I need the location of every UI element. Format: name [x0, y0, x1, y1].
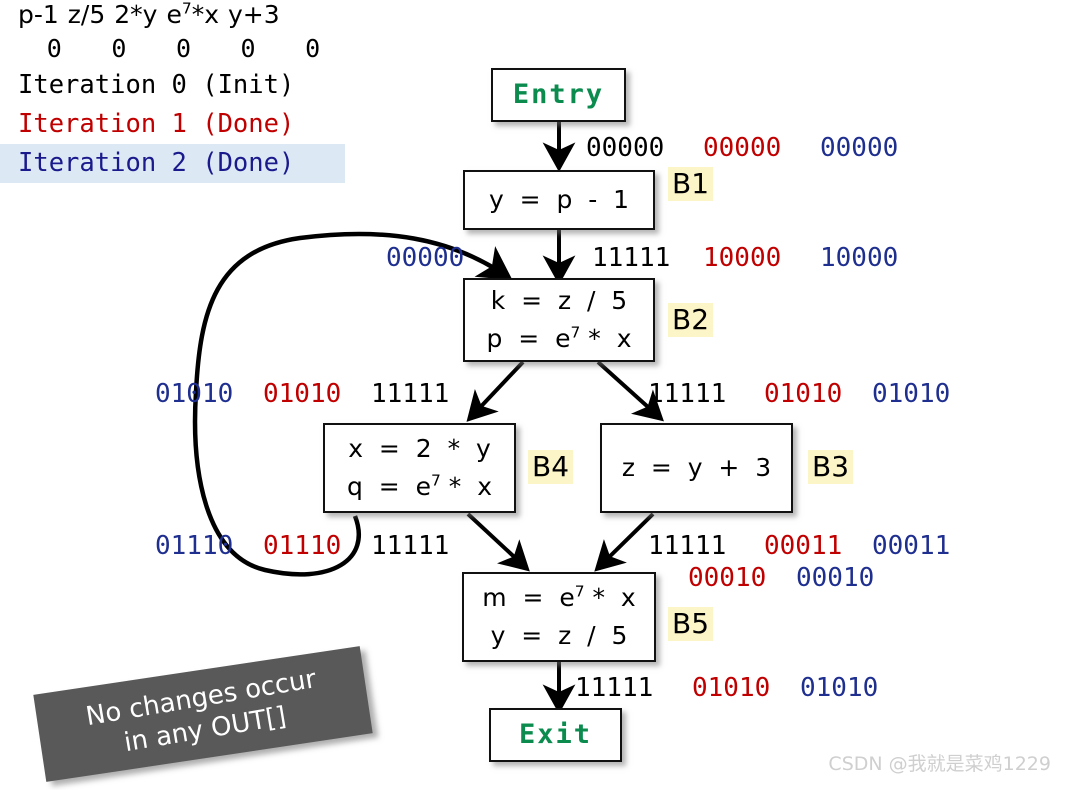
node-b2-stmt-2-post: * x — [580, 324, 632, 353]
bit-index-0: 0 — [46, 34, 62, 63]
diagram-canvas: p-1 z/5 2*y e7*x y+3 0 0 0 0 0 Iteration… — [0, 0, 1069, 790]
node-b2-stmt-2: p = e7 * x — [487, 320, 632, 358]
expression-bit-index-row: 0 0 0 0 0 — [0, 34, 345, 66]
node-b1[interactable]: y = p - 1 — [463, 170, 655, 230]
bit-index-1: 0 — [111, 34, 127, 63]
bits-b1-to-b2-black: 11111 — [592, 243, 671, 273]
bit-index-2: 0 — [175, 34, 192, 63]
bits-b1-to-b2-red: 10000 — [703, 243, 782, 273]
bits-b5-to-exit-red: 01010 — [692, 673, 771, 703]
node-b4-stmt-2-exponent: 7 — [430, 471, 441, 490]
node-b3[interactable]: z = y + 3 — [600, 423, 793, 513]
node-b5-stmt-1-post: * x — [584, 583, 636, 612]
bits-b2-to-b4-red: 01010 — [263, 379, 342, 409]
bits-b3-to-b5-black: 11111 — [648, 531, 727, 561]
block-tag-b4: B4 — [528, 450, 574, 484]
expression-e7-exponent: 7 — [181, 0, 192, 18]
edge-b3-to-b5 — [594, 512, 655, 572]
bits-b4-to-b5-blue: 01110 — [155, 531, 234, 561]
bit-index-3: 0 — [240, 34, 256, 63]
node-exit-label: Exit — [518, 719, 593, 750]
legend-row-iteration-2: Iteration 2 (Done) — [0, 144, 345, 183]
node-b5-stmt-2: y = z / 5 — [490, 621, 628, 650]
bits-b2-to-b3-red: 01010 — [764, 379, 843, 409]
bits-b5-in-second-blue: 00010 — [796, 563, 875, 593]
node-b4-stmt-2: q = e7 * x — [347, 468, 492, 506]
node-b5-stmt-1-exponent: 7 — [574, 582, 585, 601]
node-b4-stmt-1: x = 2 * y — [348, 434, 491, 463]
bits-b3-to-b5-red: 00011 — [764, 531, 843, 561]
block-tag-b1: B1 — [668, 167, 714, 201]
block-tag-b3: B3 — [808, 450, 854, 484]
bits-b3-to-b5-blue: 00011 — [872, 531, 951, 561]
node-entry[interactable]: Entry — [491, 68, 626, 122]
bit-index-4: 0 — [305, 34, 321, 63]
bits-b2-to-b3-blue: 01010 — [872, 379, 951, 409]
expression-p-minus-1: p-1 — [18, 0, 59, 29]
expression-e7-times-x: e7*x — [166, 0, 219, 29]
iteration-legend: p-1 z/5 2*y e7*x y+3 0 0 0 0 0 Iteration… — [0, 0, 345, 183]
expression-header-row: p-1 z/5 2*y e7*x y+3 — [0, 0, 345, 34]
node-b4-stmt-2-post: * x — [440, 472, 492, 501]
bits-b2-to-b4-black: 11111 — [371, 379, 450, 409]
bits-b4-to-b5-black: 11111 — [371, 531, 450, 561]
block-tag-b2: B2 — [668, 303, 714, 337]
edge-b4-back-to-b2 — [192, 231, 513, 577]
bits-b5-to-exit-black: 11111 — [575, 673, 654, 703]
node-b5[interactable]: m = e7 * x y = z / 5 — [462, 572, 656, 662]
bits-entry-to-b1-black: 00000 — [586, 133, 665, 163]
node-b1-stmt-1: y = p - 1 — [488, 185, 630, 214]
bits-b4-to-b5-red: 01110 — [263, 531, 342, 561]
expression-z-div-5: z/5 — [67, 0, 106, 29]
expression-e7-base: e — [166, 0, 182, 29]
bits-entry-to-b1-blue: 00000 — [820, 133, 899, 163]
node-b2-stmt-2-exponent: 7 — [570, 323, 581, 342]
bits-b1-to-b2-blue: 10000 — [820, 243, 899, 273]
node-b2[interactable]: k = z / 5 p = e7 * x — [463, 278, 655, 362]
bits-b5-to-exit-blue: 01010 — [800, 673, 879, 703]
bits-b2-to-b3-black: 11111 — [648, 379, 727, 409]
expression-e7-tail: *x — [191, 0, 220, 29]
node-exit[interactable]: Exit — [489, 708, 622, 762]
legend-row-iteration-1: Iteration 1 (Done) — [18, 109, 295, 139]
node-b5-stmt-1: m = e7 * x — [482, 579, 635, 617]
node-b2-stmt-2-pre: p = e — [486, 324, 571, 353]
block-tag-b5: B5 — [668, 607, 714, 641]
node-entry-label: Entry — [512, 79, 605, 110]
node-b5-stmt-1-pre: m = e — [482, 583, 575, 612]
node-b4-stmt-2-pre: q = e — [347, 472, 431, 501]
bits-backedge-into-b2-blue: 00000 — [386, 243, 465, 273]
watermark: CSDN @我就是菜鸡1229 — [828, 753, 1051, 775]
edge-b4-to-b5 — [466, 512, 530, 572]
node-b4[interactable]: x = 2 * y q = e7 * x — [323, 423, 516, 513]
legend-row-iteration-0: Iteration 0 (Init) — [18, 70, 295, 100]
bits-entry-to-b1-red: 00000 — [703, 133, 782, 163]
edge-b2-to-b4 — [466, 360, 525, 422]
expression-y-plus-3: y+3 — [228, 0, 280, 29]
node-b3-stmt-1: z = y + 3 — [621, 453, 772, 482]
no-changes-banner: No changes occur in any OUT[] — [33, 646, 373, 782]
expression-2-times-y: 2*y — [114, 0, 158, 29]
node-b2-stmt-1: k = z / 5 — [490, 286, 628, 315]
bits-b5-in-second-red: 00010 — [688, 563, 767, 593]
bits-b2-to-b4-blue: 01010 — [155, 379, 234, 409]
